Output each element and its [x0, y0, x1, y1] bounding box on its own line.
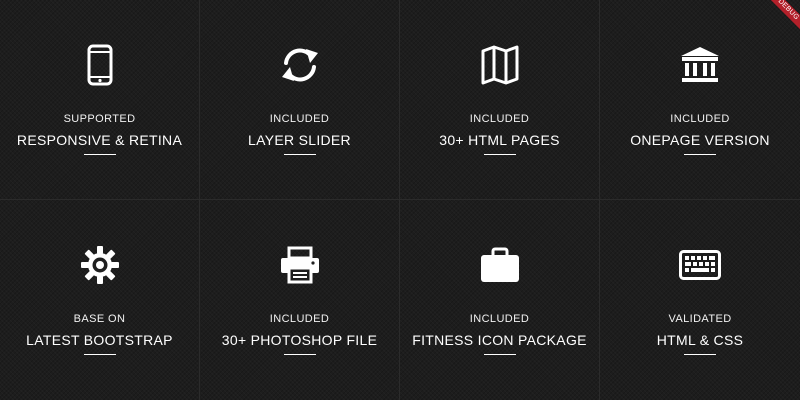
debug-ribbon-label: DEBUG — [763, 0, 800, 35]
feature-card-layer-slider: INCLUDED LAYER SLIDER — [200, 0, 400, 200]
feature-card-fitness-icons: INCLUDED FITNESS ICON PACKAGE — [400, 200, 600, 400]
refresh-icon — [275, 40, 325, 90]
feature-card-onepage: DEBUG INCLUDED ONEPAGE VERSION — [600, 0, 800, 200]
feature-pretitle: INCLUDED — [269, 113, 330, 125]
title-underline — [83, 354, 116, 355]
title-underline — [83, 154, 116, 155]
feature-pretitle: INCLUDED — [670, 113, 730, 125]
feature-title: 30+ PHOTOSHOP FILE — [221, 332, 378, 348]
feature-card-bootstrap: BASE ON LATEST BOOTSTRAP — [0, 200, 200, 400]
keyboard-icon — [675, 240, 725, 290]
feature-card-html-css: VALIDATED HTML & CSS — [600, 200, 800, 400]
gear-icon — [75, 240, 125, 290]
feature-pretitle: INCLUDED — [269, 313, 330, 325]
feature-pretitle: SUPPORTED — [63, 113, 136, 125]
feature-title: RESPONSIVE & RETINA — [16, 132, 183, 148]
feature-card-responsive: SUPPORTED RESPONSIVE & RETINA — [0, 0, 200, 200]
feature-title: HTML & CSS — [656, 332, 744, 348]
feature-pretitle: VALIDATED — [668, 313, 732, 325]
bank-icon — [675, 40, 725, 90]
title-underline — [283, 354, 316, 355]
feature-title: ONEPAGE VERSION — [630, 132, 770, 148]
title-underline — [283, 154, 316, 155]
title-underline — [483, 354, 516, 355]
feature-pretitle: INCLUDED — [469, 113, 530, 125]
feature-title: FITNESS ICON PACKAGE — [412, 332, 587, 348]
feature-title: LAYER SLIDER — [248, 132, 351, 148]
features-grid: SUPPORTED RESPONSIVE & RETINA INCLUDED L… — [0, 0, 800, 400]
feature-pretitle: INCLUDED — [469, 313, 530, 325]
feature-card-html-pages: INCLUDED 30+ HTML PAGES — [400, 0, 600, 200]
feature-card-photoshop: INCLUDED 30+ PHOTOSHOP FILE — [200, 200, 400, 400]
feature-pretitle: BASE ON — [73, 313, 126, 325]
map-icon — [475, 40, 525, 90]
title-underline — [684, 154, 716, 155]
smartphone-icon — [75, 40, 125, 90]
feature-title: LATEST BOOTSTRAP — [26, 332, 173, 348]
feature-title: 30+ HTML PAGES — [439, 132, 560, 148]
printer-icon — [275, 240, 325, 290]
debug-ribbon: DEBUG — [760, 0, 800, 40]
briefcase-icon — [475, 240, 525, 290]
title-underline — [483, 154, 516, 155]
title-underline — [684, 354, 716, 355]
